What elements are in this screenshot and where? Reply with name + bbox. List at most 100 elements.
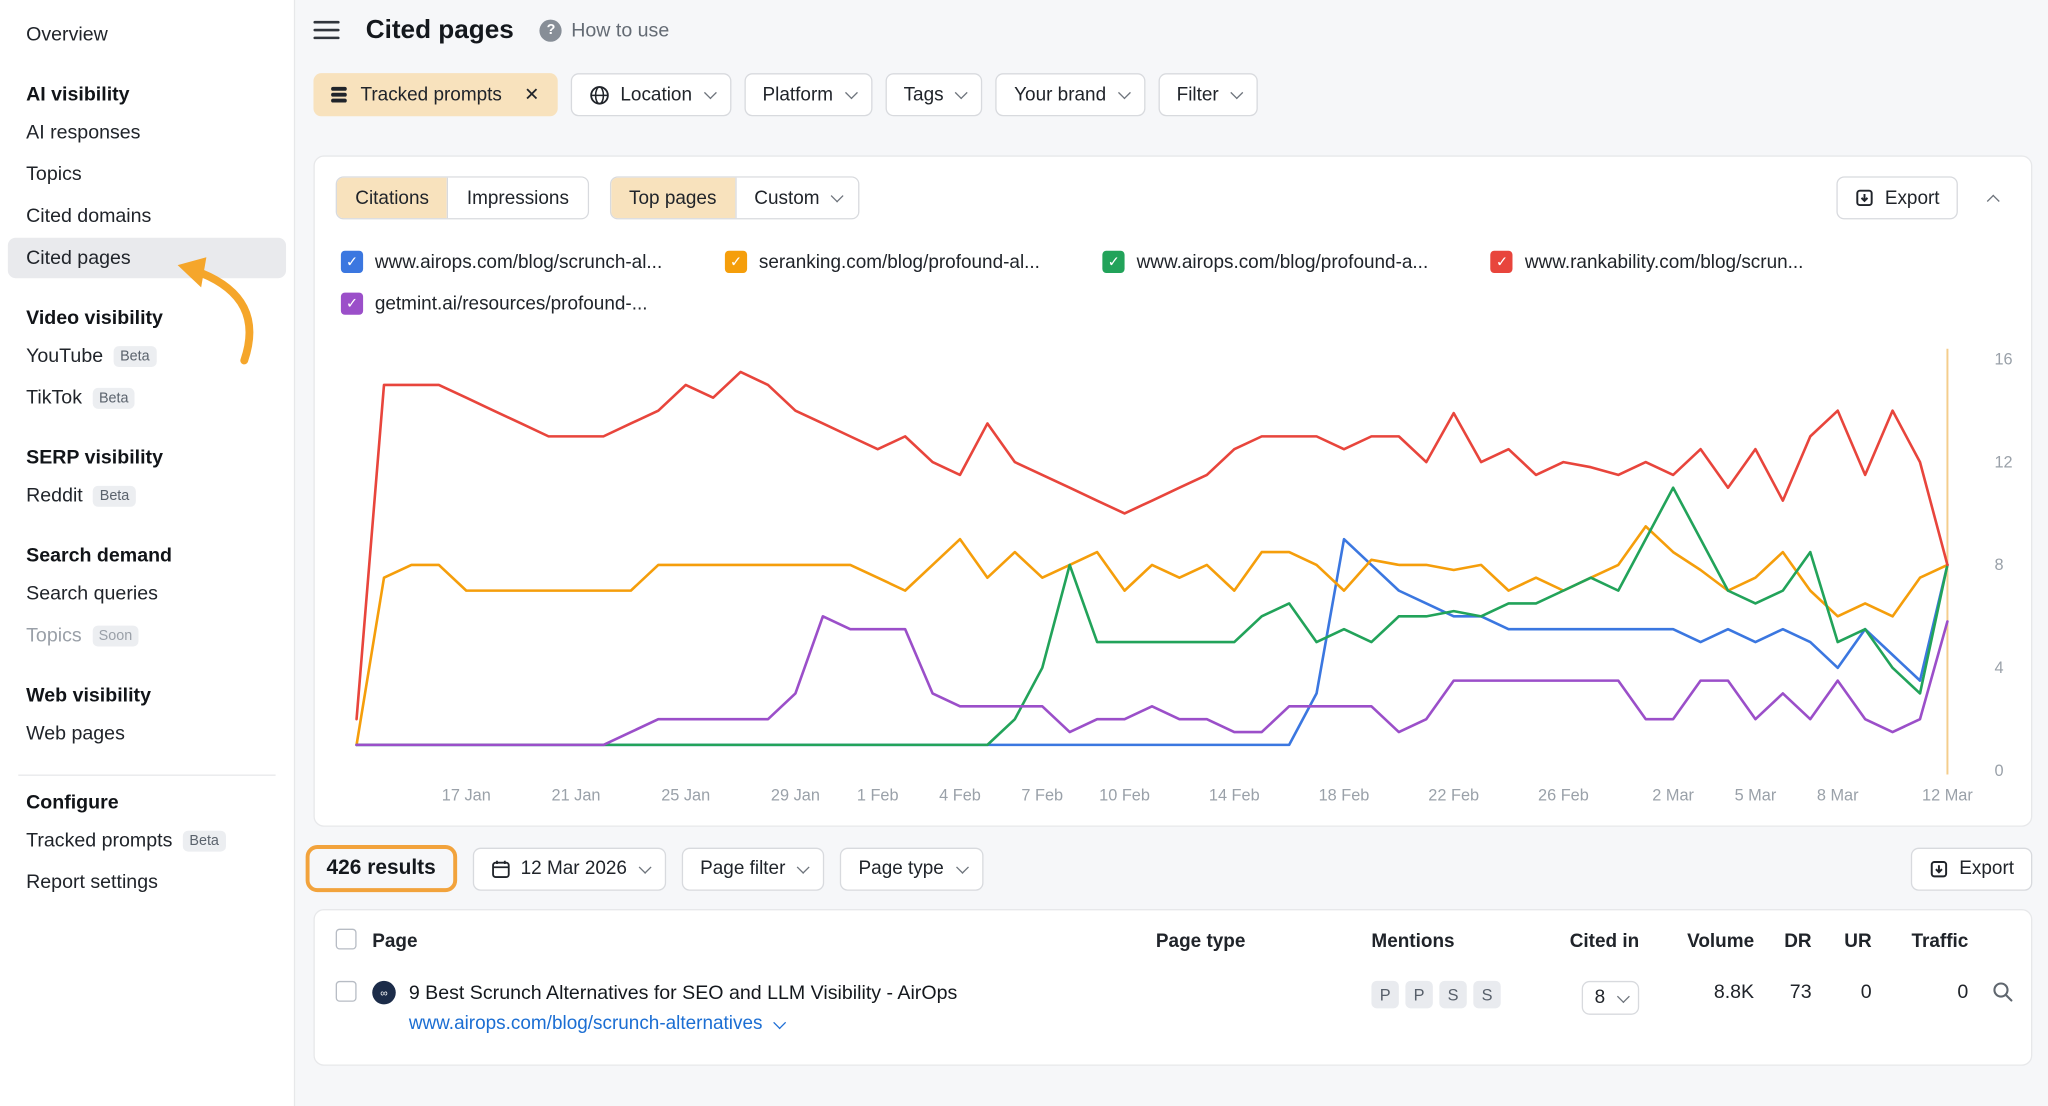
sidebar-item-topics[interactable]: Topics — [8, 154, 286, 194]
mention-badge[interactable]: P — [1405, 981, 1432, 1008]
page-url-link[interactable]: www.airops.com/blog/scrunch-alternatives — [409, 1014, 763, 1035]
collapse-chart-icon[interactable] — [1979, 178, 2010, 217]
table-header-row: Page Page type Mentions Cited in Volume … — [315, 916, 2031, 968]
cited-in-select[interactable]: 8 — [1582, 981, 1640, 1015]
svg-text:14 Feb: 14 Feb — [1209, 787, 1260, 805]
column-header-page[interactable]: Page — [367, 931, 1151, 952]
sidebar-item-topics-soon: Topics Soon — [8, 615, 286, 655]
column-header-page-type[interactable]: Page type — [1151, 931, 1367, 952]
chart-export-label: Export — [1885, 187, 1940, 208]
table-export-button[interactable]: Export — [1911, 847, 2032, 890]
dr-value: 73 — [1759, 981, 1816, 1003]
checkbox-checked-icon[interactable]: ✓ — [1103, 251, 1125, 273]
tracked-prompts-chip[interactable]: Tracked prompts ✕ — [313, 73, 557, 116]
mention-badge[interactable]: S — [1473, 981, 1500, 1008]
sidebar-item-label: YouTube — [26, 342, 103, 369]
filter-dropdown[interactable]: Filter — [1158, 73, 1258, 116]
column-header-traffic[interactable]: Traffic — [1877, 931, 1974, 952]
results-count-highlight: 426 results — [306, 845, 457, 892]
legend-item-getmint-profound[interactable]: ✓ getmint.ai/resources/profound-... — [341, 293, 648, 315]
chart-toolbar: Citations Impressions Top pages Custom — [336, 176, 2010, 219]
svg-text:22 Feb: 22 Feb — [1428, 787, 1479, 805]
legend-item-airops-scrunch[interactable]: ✓ www.airops.com/blog/scrunch-al... — [341, 251, 662, 273]
url-dropdown-icon[interactable] — [773, 1016, 786, 1029]
checkbox-checked-icon[interactable]: ✓ — [341, 251, 363, 273]
help-icon: ? — [540, 19, 562, 41]
svg-text:21 Jan: 21 Jan — [552, 787, 601, 805]
chart-card: Citations Impressions Top pages Custom — [313, 155, 2032, 826]
chevron-down-icon — [704, 86, 717, 99]
column-header-mentions[interactable]: Mentions — [1366, 931, 1542, 952]
checkbox-checked-icon[interactable]: ✓ — [1491, 251, 1513, 273]
filter-bar: Tracked prompts ✕ Location Platform Tags — [313, 73, 2032, 116]
sidebar-section-video-visibility: Video visibility — [26, 307, 275, 329]
citations-tab[interactable]: Citations — [337, 178, 447, 218]
results-table: Page Page type Mentions Cited in Volume … — [313, 909, 2032, 1066]
row-checkbox[interactable] — [336, 981, 357, 1002]
sidebar-item-youtube[interactable]: YouTube Beta — [8, 336, 286, 376]
sidebar-item-label: Reddit — [26, 482, 83, 509]
chart-legend: ✓ www.airops.com/blog/scrunch-al... ✓ se… — [341, 251, 2010, 315]
chart-export-button[interactable]: Export — [1837, 176, 1958, 219]
page-title-text[interactable]: 9 Best Scrunch Alternatives for SEO and … — [409, 982, 957, 1004]
sidebar-item-overview[interactable]: Overview — [8, 14, 286, 54]
sidebar-item-reddit[interactable]: Reddit Beta — [8, 475, 286, 515]
legend-item-rankability-scrunch[interactable]: ✓ www.rankability.com/blog/scrun... — [1491, 251, 1804, 273]
main-content: Cited pages ? How to use Tracked prompts… — [295, 0, 2048, 1106]
legend-item-seranking-profound[interactable]: ✓ seranking.com/blog/profound-al... — [725, 251, 1040, 273]
sidebar-item-cited-pages[interactable]: Cited pages — [8, 238, 286, 278]
column-header-cited-in[interactable]: Cited in — [1543, 931, 1645, 952]
your-brand-dropdown[interactable]: Your brand — [996, 73, 1145, 116]
table-row: ∞ 9 Best Scrunch Alternatives for SEO an… — [315, 968, 2031, 1050]
checkbox-checked-icon[interactable]: ✓ — [341, 293, 363, 315]
column-header-dr[interactable]: DR — [1759, 931, 1816, 952]
legend-label: www.airops.com/blog/scrunch-al... — [375, 251, 662, 272]
sidebar-item-tracked-prompts[interactable]: Tracked prompts Beta — [8, 820, 286, 860]
mention-badge[interactable]: P — [1371, 981, 1398, 1008]
remove-tracked-prompts-icon[interactable]: ✕ — [514, 84, 542, 106]
how-to-use-link[interactable]: ? How to use — [540, 19, 669, 41]
svg-text:12 Mar: 12 Mar — [1922, 787, 1973, 805]
row-favicon: ∞ — [372, 981, 396, 1005]
sidebar-item-label: Tracked prompts — [26, 827, 172, 854]
location-label: Location — [620, 84, 692, 105]
column-header-ur[interactable]: UR — [1817, 931, 1877, 952]
impressions-tab[interactable]: Impressions — [447, 178, 587, 218]
top-pages-tab[interactable]: Top pages — [611, 178, 735, 218]
sidebar-item-cited-domains[interactable]: Cited domains — [8, 196, 286, 236]
sidebar-item-search-queries[interactable]: Search queries — [8, 573, 286, 613]
page-title: Cited pages — [366, 15, 514, 45]
sidebar-item-report-settings[interactable]: Report settings — [8, 862, 286, 902]
sidebar-item-ai-responses[interactable]: AI responses — [8, 112, 286, 152]
svg-text:8: 8 — [1994, 556, 2003, 574]
tags-dropdown[interactable]: Tags — [885, 73, 982, 116]
search-icon[interactable] — [1991, 981, 2013, 1003]
platform-dropdown[interactable]: Platform — [744, 73, 872, 116]
citations-line-chart[interactable]: 048121617 Jan21 Jan25 Jan29 Jan1 Feb4 Fe… — [341, 336, 2018, 811]
chevron-down-icon — [845, 86, 858, 99]
export-icon — [1855, 188, 1875, 208]
date-picker-button[interactable]: 12 Mar 2026 — [472, 847, 666, 890]
calendar-icon — [491, 859, 511, 879]
sidebar-item-tiktok[interactable]: TikTok Beta — [8, 377, 286, 417]
svg-text:29 Jan: 29 Jan — [771, 787, 820, 805]
svg-text:16: 16 — [1994, 350, 2012, 368]
page-filter-button[interactable]: Page filter — [682, 847, 825, 890]
svg-text:26 Feb: 26 Feb — [1538, 787, 1589, 805]
legend-item-airops-profound[interactable]: ✓ www.airops.com/blog/profound-a... — [1103, 251, 1429, 273]
sidebar-item-web-pages[interactable]: Web pages — [8, 713, 286, 753]
chevron-down-icon — [1230, 86, 1243, 99]
results-bar: 426 results 12 Mar 2026 Page filter Page… — [313, 845, 2032, 892]
legend-label: www.rankability.com/blog/scrun... — [1525, 251, 1804, 272]
beta-badge: Beta — [92, 387, 135, 408]
location-dropdown[interactable]: Location — [571, 73, 731, 116]
column-header-volume[interactable]: Volume — [1644, 931, 1759, 952]
sidebar: Overview AI visibility AI responses Topi… — [0, 0, 295, 1106]
select-all-checkbox[interactable] — [336, 929, 357, 950]
checkbox-checked-icon[interactable]: ✓ — [725, 251, 747, 273]
custom-tab[interactable]: Custom — [735, 178, 859, 218]
page-type-button[interactable]: Page type — [840, 847, 983, 890]
ur-value: 0 — [1817, 981, 1877, 1003]
mention-badge[interactable]: S — [1439, 981, 1466, 1008]
menu-icon[interactable] — [313, 21, 339, 39]
